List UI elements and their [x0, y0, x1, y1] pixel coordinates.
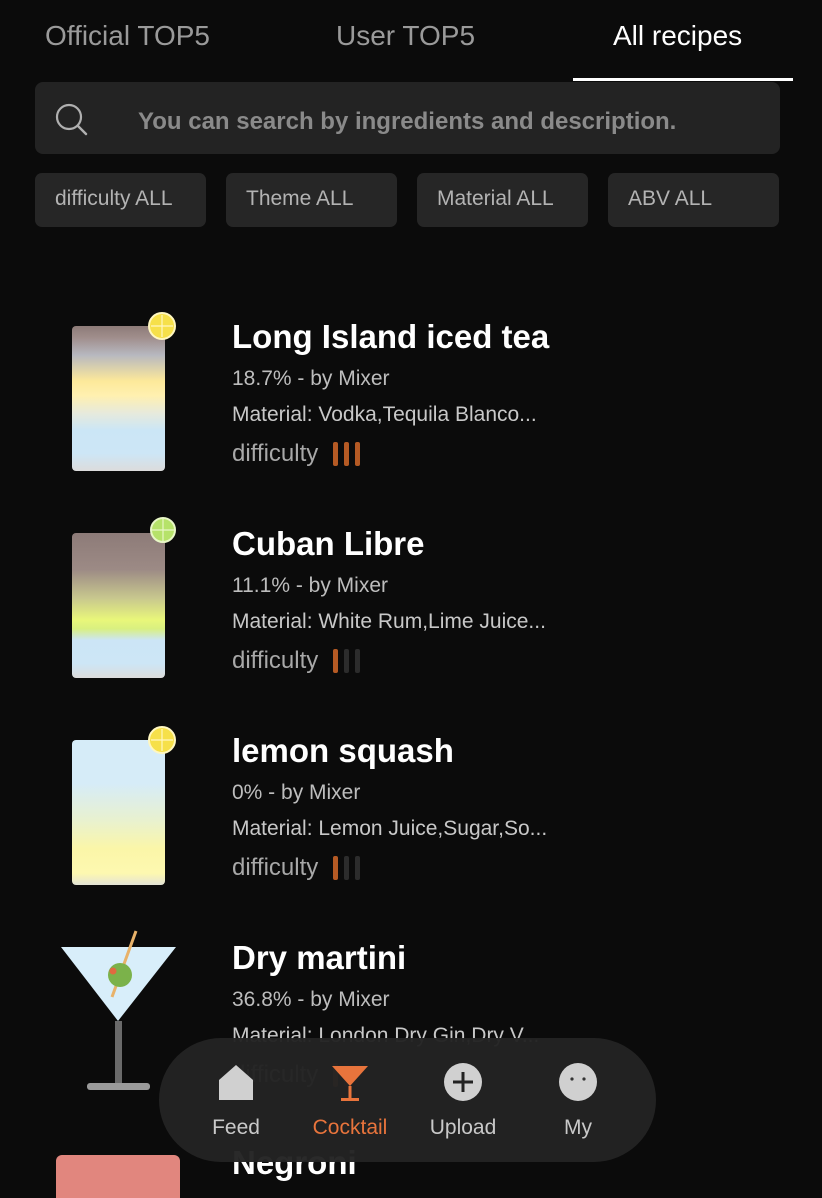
filter-abv[interactable]: ABV ALL	[608, 173, 779, 227]
recipe-abv-author: 18.7% - by Mixer	[232, 367, 390, 390]
tab-user-top5[interactable]: User TOP5	[336, 20, 475, 52]
plus-circle-icon	[444, 1063, 482, 1101]
recipe-material: Material: Vodka,Tequila Blanco...	[232, 403, 537, 426]
difficulty-bar	[355, 856, 360, 880]
difficulty-bar	[344, 856, 349, 880]
martini-glass-image	[61, 930, 176, 1090]
nav-feed[interactable]: Feed	[181, 1058, 291, 1148]
face-icon	[559, 1063, 597, 1101]
recipe-abv-author: 0% - by Mixer	[232, 781, 361, 804]
search-input[interactable]	[138, 100, 758, 144]
tab-official-top5[interactable]: Official TOP5	[45, 20, 210, 52]
difficulty-meter	[333, 649, 360, 673]
cocktail-icon	[332, 1066, 368, 1101]
nav-cocktail-label: Cocktail	[312, 1116, 388, 1139]
filter-difficulty[interactable]: difficulty ALL	[35, 173, 206, 227]
cocktail-glass-image	[72, 533, 165, 678]
cocktail-glass-image	[72, 326, 165, 471]
recipe-title: Dry martini	[232, 939, 407, 976]
lemon-slice-icon	[148, 312, 176, 340]
cocktail-glass-image	[56, 1155, 180, 1198]
recipe-material: Material: Lemon Juice,Sugar,So...	[232, 817, 548, 840]
recipe-abv-author: 36.8% - by Mixer	[232, 988, 390, 1011]
recipe-item-long-island[interactable]: Long Island iced tea 18.7% - by Mixer Ma…	[0, 300, 822, 500]
difficulty-bar	[333, 442, 338, 466]
nav-feed-label: Feed	[212, 1116, 260, 1139]
tab-bar: Official TOP5 User TOP5 All recipes	[0, 0, 822, 82]
active-tab-indicator	[573, 78, 793, 81]
cocktail-glass-image	[72, 740, 165, 885]
recipe-difficulty-label: difficulty	[232, 647, 319, 674]
difficulty-bar	[355, 649, 360, 673]
difficulty-bar	[344, 649, 349, 673]
recipe-title: lemon squash	[232, 732, 454, 769]
difficulty-bar	[333, 649, 338, 673]
filter-theme[interactable]: Theme ALL	[226, 173, 397, 227]
difficulty-bar	[344, 442, 349, 466]
filter-abv-label: ABV ALL	[628, 187, 713, 210]
tab-all-recipes[interactable]: All recipes	[613, 20, 742, 52]
nav-upload-label: Upload	[429, 1116, 497, 1139]
nav-my[interactable]: My	[523, 1058, 633, 1148]
filter-difficulty-label: difficulty ALL	[55, 187, 173, 210]
nav-my-label: My	[564, 1116, 592, 1139]
filter-theme-label: Theme ALL	[246, 187, 354, 210]
recipe-title: Long Island iced tea	[232, 318, 550, 355]
nav-cocktail[interactable]: Cocktail	[295, 1058, 405, 1148]
recipe-difficulty-label: difficulty	[232, 854, 319, 881]
filter-material[interactable]: Material ALL	[417, 173, 588, 227]
recipe-item-lemon-squash[interactable]: lemon squash 0% - by Mixer Material: Lem…	[0, 714, 822, 914]
difficulty-meter	[333, 856, 360, 880]
difficulty-bar	[333, 856, 338, 880]
filter-material-label: Material ALL	[437, 187, 554, 210]
lime-slice-icon	[150, 517, 176, 543]
recipe-difficulty-label: difficulty	[232, 440, 319, 467]
recipe-title: Cuban Libre	[232, 525, 425, 562]
recipe-item-cuban-libre[interactable]: Cuban Libre 11.1% - by Mixer Material: W…	[0, 507, 822, 707]
recipe-abv-author: 11.1% - by Mixer	[232, 574, 388, 597]
nav-upload[interactable]: Upload	[408, 1058, 518, 1148]
difficulty-meter	[333, 442, 360, 466]
lemon-slice-icon	[148, 726, 176, 754]
search-icon[interactable]	[54, 102, 88, 136]
recipe-material: Material: White Rum,Lime Juice...	[232, 610, 546, 633]
difficulty-bar	[355, 442, 360, 466]
home-icon	[219, 1065, 253, 1100]
